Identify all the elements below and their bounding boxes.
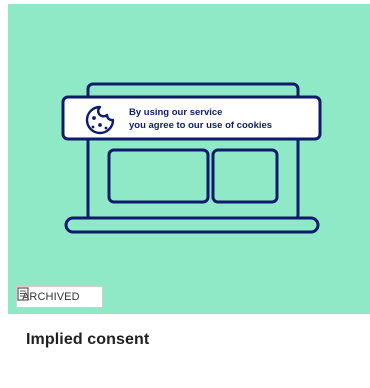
building-base — [64, 216, 320, 234]
card-illustration[interactable]: By using our service you agree to our us… — [8, 4, 370, 314]
storefront-illustration: By using our service you agree to our us… — [61, 82, 322, 234]
window-right — [211, 148, 279, 204]
banner-line-2: you agree to our use of cookies — [129, 120, 272, 131]
status-badge: ARCHIVED — [16, 286, 103, 308]
window-left — [107, 148, 210, 204]
archive-box-icon — [17, 287, 96, 304]
banner-line-1: By using our service — [129, 107, 222, 118]
article-card[interactable]: By using our service you agree to our us… — [0, 0, 370, 388]
badge-label: ARCHIVED — [22, 291, 80, 303]
card-title[interactable]: Implied consent — [26, 331, 149, 349]
